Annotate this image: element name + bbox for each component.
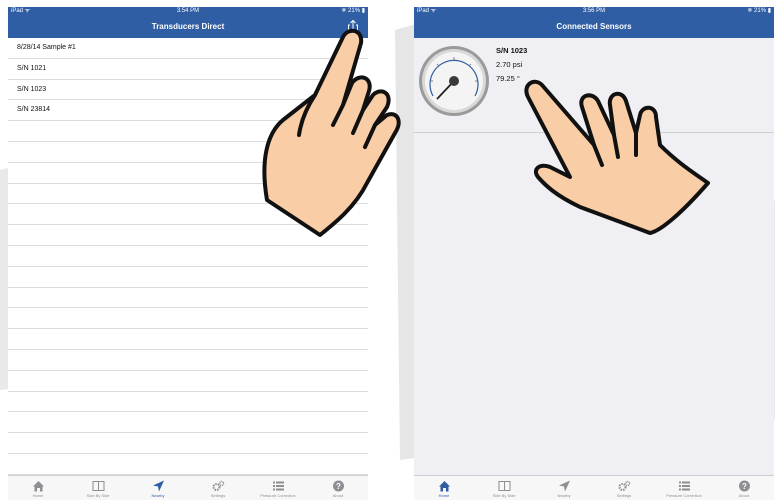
- status-bar: iPad ᯤ 3:56 PM ✵ 21% ▮: [414, 7, 774, 16]
- home-icon: [438, 481, 450, 492]
- list-item: [8, 392, 368, 413]
- battery-label: ✵ 21% ▮: [747, 8, 771, 14]
- list-icon: [272, 481, 284, 491]
- svg-text:?: ?: [336, 482, 341, 491]
- pointing-hand-icon: [262, 28, 401, 237]
- list-item: [8, 454, 368, 475]
- tab-label: Pressure Correction: [666, 493, 702, 498]
- tab-label: Nearby: [151, 493, 165, 498]
- list-item: [8, 246, 368, 267]
- svg-text:?: ?: [742, 482, 747, 491]
- list-item: [8, 412, 368, 434]
- tab-label: Side By Side: [86, 493, 110, 498]
- list-icon: [678, 481, 690, 491]
- list-item: [8, 329, 368, 350]
- gauge-icon: [419, 46, 489, 116]
- tab-label: Home: [438, 493, 450, 498]
- clock-label: 3:54 PM: [176, 8, 200, 14]
- tab-bar: Home Side By Side Nearby Settings Pressu…: [8, 475, 368, 500]
- tab-bar: Home Side By Side Nearby Settings Pressu…: [414, 475, 774, 500]
- location-arrow-icon: [152, 480, 164, 492]
- sensor-serial: S/N 1023: [496, 46, 528, 55]
- gears-icon: [212, 480, 224, 491]
- tab-about[interactable]: ? About: [714, 476, 774, 500]
- battery-label: ✵ 21% ▮: [341, 8, 365, 14]
- tab-nearby[interactable]: Nearby: [128, 476, 188, 500]
- tab-side-by-side[interactable]: Side By Side: [474, 476, 534, 500]
- gears-icon: [618, 480, 630, 491]
- pointing-hand-icon: [524, 79, 710, 235]
- tab-label: Side By Side: [492, 493, 516, 498]
- tab-label: About: [332, 493, 344, 498]
- list-item: [8, 371, 368, 392]
- tab-nearby[interactable]: Nearby: [534, 476, 594, 500]
- tab-home[interactable]: Home: [8, 476, 68, 500]
- list-item: [8, 267, 368, 288]
- tab-label: Settings: [210, 493, 226, 498]
- tab-about[interactable]: ? About: [308, 476, 368, 500]
- nav-title: Connected Sensors: [556, 22, 632, 31]
- tab-side-by-side[interactable]: Side By Side: [68, 476, 128, 500]
- side-by-side-icon: [92, 481, 104, 491]
- tab-label: Home: [32, 493, 44, 498]
- sensor-pressure: 2.70 psi: [496, 60, 523, 69]
- status-bar: iPad ᯤ 3:54 PM ✵ 21% ▮: [8, 7, 368, 16]
- tab-label: Pressure Correction: [260, 493, 296, 498]
- tab-label: About: [738, 493, 750, 498]
- list-item: [8, 308, 368, 330]
- side-by-side-icon: [498, 481, 510, 491]
- tab-settings[interactable]: Settings: [594, 476, 654, 500]
- home-icon: [32, 481, 44, 492]
- help-icon: ?: [332, 480, 344, 492]
- tab-settings[interactable]: Settings: [188, 476, 248, 500]
- tab-label: Nearby: [557, 493, 571, 498]
- tab-home[interactable]: Home: [414, 476, 474, 500]
- nav-bar: Connected Sensors: [414, 16, 774, 38]
- list-item: [8, 433, 368, 454]
- tab-label: Settings: [616, 493, 632, 498]
- tab-pressure-correction[interactable]: Pressure Correction: [654, 476, 714, 500]
- help-icon: ?: [738, 480, 750, 492]
- list-item: [8, 350, 368, 371]
- clock-label: 3:56 PM: [582, 8, 606, 14]
- tab-pressure-correction[interactable]: Pressure Correction: [248, 476, 308, 500]
- list-item: [8, 288, 368, 309]
- location-arrow-icon: [558, 480, 570, 492]
